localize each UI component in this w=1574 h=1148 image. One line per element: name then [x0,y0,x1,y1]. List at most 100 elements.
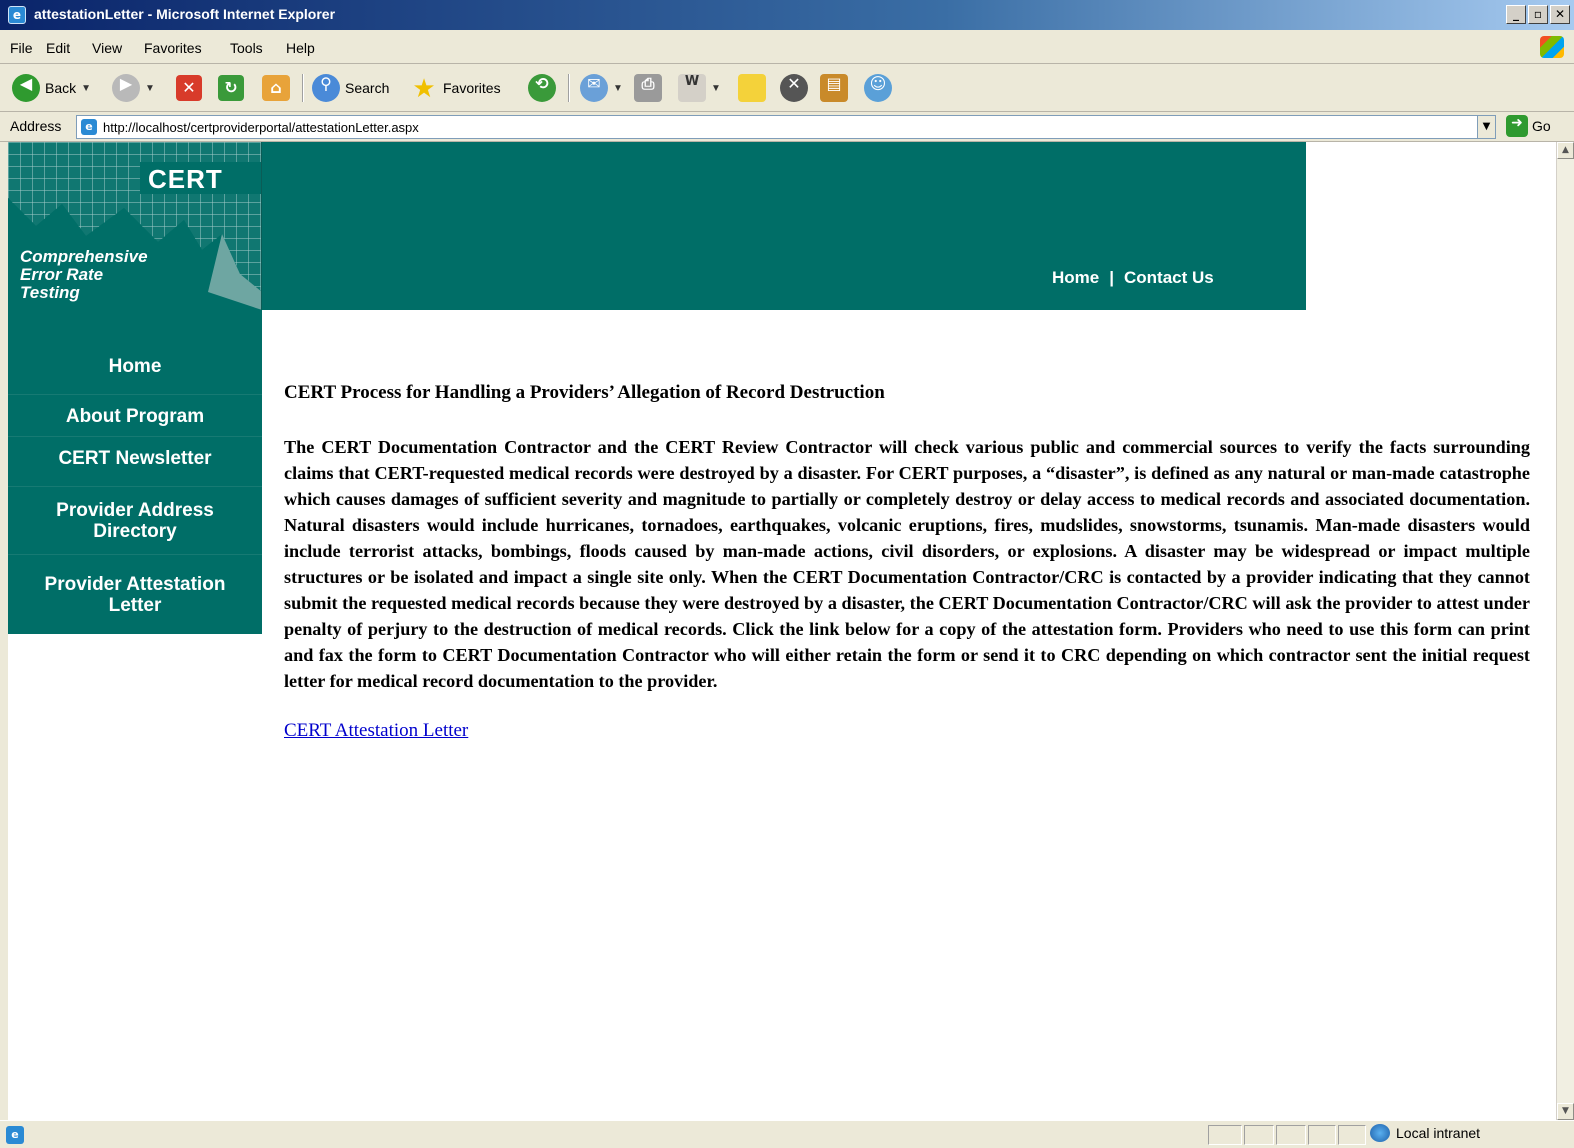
menu-favorites[interactable]: Favorites [144,40,202,56]
search-label: Search [345,80,390,96]
attestation-letter-link[interactable]: CERT Attestation Letter [284,720,468,742]
status-cell [1308,1125,1336,1145]
star-icon: ★ [412,74,436,104]
address-url[interactable]: http://localhost/certproviderportal/atte… [103,120,419,135]
ie-icon: e [8,6,26,24]
side-nav-label-line-1: Provider Address [56,500,214,521]
intranet-globe-icon [1370,1124,1390,1142]
home-icon: ⌂ [262,75,290,101]
go-arrow-icon: ➜ [1506,115,1528,137]
minimize-button[interactable]: _ [1506,5,1526,24]
search-button[interactable]: ⚲ Search [312,73,389,103]
print-button[interactable]: ⎙ [634,73,662,103]
logo-word: CERT [148,164,223,194]
edit-button[interactable]: W ▼ [678,73,721,103]
page-viewport: CERT Comprehensive Error Rate Testing Ho… [8,142,1556,1120]
close-button[interactable]: ✕ [1550,5,1570,24]
messenger-icon: ☺ [864,74,892,102]
chevron-down-icon: ▼ [81,82,92,94]
main-content: CERT Process for Handling a Providers’ A… [284,382,1530,742]
go-button[interactable]: ➜ Go [1506,115,1551,137]
side-nav-label-line-2: Directory [93,521,177,542]
chevron-down-icon: ▼ [613,82,623,94]
page-heading: CERT Process for Handling a Providers’ A… [284,382,885,403]
menu-file[interactable]: File [10,40,33,56]
tagline-line-2: Error Rate [20,265,104,284]
site-header: CERT Comprehensive Error Rate Testing Ho… [8,142,1306,310]
messenger-button[interactable]: ☺ [864,73,892,103]
back-button[interactable]: ◀ Back ▼ [12,73,91,103]
forward-button[interactable]: ▶ ▼ [112,73,155,103]
word-icon: W [678,74,706,102]
status-cell [1338,1125,1366,1145]
stop-icon: ✕ [176,75,202,101]
go-label: Go [1532,118,1551,134]
side-nav-divider [8,394,262,395]
status-cell [1208,1125,1242,1145]
favorites-label: Favorites [443,80,501,96]
window-frame [0,142,8,1120]
side-nav-item-provider-address-directory[interactable]: Provider Address Directory [8,500,262,542]
side-nav-divider [8,486,262,487]
title-bar: e attestationLetter - Microsoft Internet… [0,0,1574,30]
mail-button[interactable]: ✉ ▼ [580,73,623,103]
tagline-line-1: Comprehensive [20,247,148,266]
menu-bar: File Edit View Favorites Tools Help [0,30,1574,64]
header-link-contact-us[interactable]: Contact Us [1124,268,1214,288]
status-cell [1276,1125,1306,1145]
favorites-button[interactable]: ★ Favorites [410,73,501,104]
search-icon: ⚲ [312,74,340,102]
menu-tools[interactable]: Tools [230,40,263,56]
windows-logo-icon [1540,36,1564,58]
status-bar: e Local intranet [0,1120,1574,1148]
research-button[interactable]: ▤ [820,73,848,103]
close-circle-icon: ✕ [780,74,808,102]
refresh-icon: ↻ [218,75,244,101]
address-label: Address [10,118,62,134]
side-nav-divider [8,436,262,437]
scroll-down-icon[interactable]: ▼ [1557,1103,1574,1120]
side-nav-item-about-program[interactable]: About Program [8,406,262,427]
page-status-icon: e [6,1126,24,1144]
tagline-line-3: Testing [20,283,80,302]
printer-icon: ⎙ [634,74,662,102]
mail-icon: ✉ [580,74,608,102]
toolbar: ◀ Back ▼ ▶ ▼ ✕ ↻ ⌂ ⚲ Search ★ Favorites … [0,64,1574,112]
history-button[interactable]: ⟲ [528,73,556,103]
menu-view[interactable]: View [92,40,122,56]
refresh-button[interactable]: ↻ [218,73,244,103]
window-controls: _ ▫ ✕ [1506,5,1570,24]
address-bar: Address e http://localhost/certproviderp… [0,112,1574,142]
security-zone: Local intranet [1370,1124,1480,1142]
notes-button[interactable] [738,73,766,103]
menu-edit[interactable]: Edit [46,40,70,56]
logo-tagline: Comprehensive Error Rate Testing [20,248,148,302]
note-icon [738,74,766,102]
side-nav-item-home[interactable]: Home [8,356,262,377]
header-link-home[interactable]: Home [1052,268,1099,288]
cert-logo[interactable]: CERT Comprehensive Error Rate Testing [8,142,262,310]
side-nav-item-provider-attestation-letter[interactable]: Provider Attestation Letter [8,574,262,616]
side-nav-label-line-1: Provider Attestation [44,574,226,595]
research-icon: ▤ [820,74,848,102]
page-icon: e [81,119,97,135]
toolbar-separator [302,74,304,102]
back-label: Back [45,80,77,96]
side-nav-item-cert-newsletter[interactable]: CERT Newsletter [8,448,262,469]
discuss-button[interactable]: ✕ [780,73,808,103]
scroll-up-icon[interactable]: ▲ [1557,142,1574,159]
header-nav: Home | Contact Us [1052,268,1214,288]
menu-help[interactable]: Help [286,40,315,56]
address-dropdown-icon[interactable]: ▼ [1477,116,1495,138]
chevron-down-icon: ▼ [711,82,721,94]
side-nav-divider [8,554,262,555]
maximize-button[interactable]: ▫ [1528,5,1548,24]
stop-button[interactable]: ✕ [176,73,202,103]
body-paragraph: The CERT Documentation Contractor and th… [284,437,1530,691]
header-nav-separator: | [1109,268,1114,287]
forward-arrow-icon: ▶ [112,74,140,102]
home-button[interactable]: ⌂ [262,73,290,103]
address-field[interactable]: e http://localhost/certproviderportal/at… [76,115,1496,139]
vertical-scrollbar[interactable]: ▲ ▼ [1556,142,1574,1120]
toolbar-separator [568,74,570,102]
